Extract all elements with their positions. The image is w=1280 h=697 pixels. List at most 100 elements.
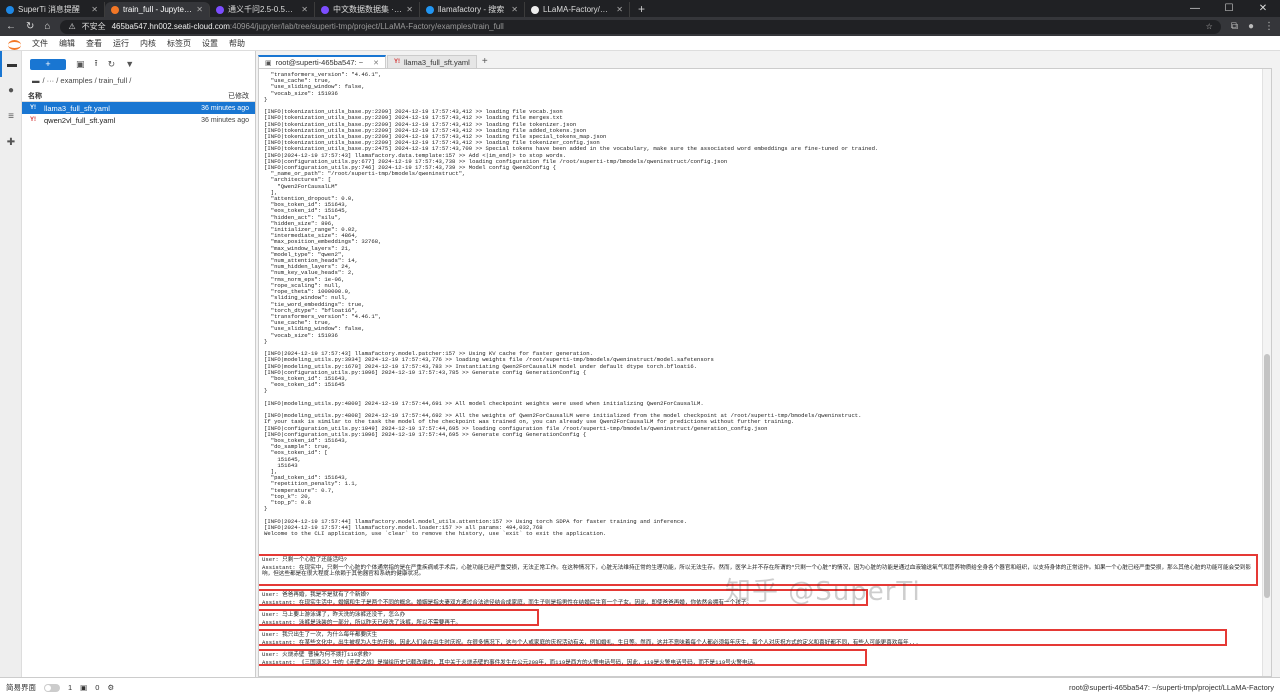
breadcrumb: ▬ / ··· / examples / train_full / (22, 73, 255, 87)
reload-icon[interactable]: ↻ (26, 21, 34, 32)
url-path: :40964/jupyter/lab/tree/superti-tmp/proj… (229, 22, 504, 31)
qa-block: User: 我只出生了一次，为什么每年都要庆生 Assistant: 在某些文化… (259, 629, 1227, 647)
menu-item[interactable]: 运行 (113, 38, 129, 49)
user-line: User: 只剩一个心脏了还能活吗? (262, 556, 348, 563)
kernel-count[interactable]: 0 (95, 683, 99, 692)
extension-icon[interactable]: ✚ (0, 129, 22, 155)
status-terminal-name: root@superti-465ba547: ~/superti-tmp/pro… (1068, 683, 1274, 692)
terminal-scrollbar[interactable] (1262, 69, 1271, 676)
jupyter-logo (8, 38, 21, 50)
file-row[interactable]: Y! qwen2vl_full_sft.yaml 36 minutes ago (22, 114, 255, 126)
toc-icon[interactable]: ≡ (0, 103, 22, 129)
menu-item[interactable]: 设置 (202, 38, 218, 49)
folder-icon[interactable]: ▬ (0, 51, 22, 77)
close-tab-icon[interactable]: ✕ (373, 59, 379, 67)
browser-tab-label: LLaMA-Factory/examples/inference... (543, 5, 613, 14)
browser-tab[interactable]: 中文数据数据集 · 数据集 ✕ (315, 2, 420, 17)
browser-tab-label: llamafactory - 搜索 (438, 5, 505, 14)
user-line: User: 马上要上游泳课了，昨天洗的泳裤还没干，怎么办 (262, 611, 406, 618)
menu-bar: 文件 编辑 查看 运行 内核 标签页 设置 帮助 (0, 36, 1280, 51)
breadcrumb-path[interactable]: / ··· / examples / train_full / (43, 76, 132, 85)
scrollbar-thumb[interactable] (1264, 354, 1270, 598)
close-tab-icon[interactable]: ✕ (91, 5, 98, 14)
file-row[interactable]: Y! llama3_full_sft.yaml 36 minutes ago (22, 102, 255, 114)
file-modified: 36 minutes ago (201, 116, 249, 124)
simple-mode-label: 简易界面 (6, 683, 36, 692)
running-icon[interactable]: ● (0, 77, 22, 103)
tab-favicon-icon (426, 5, 434, 14)
qa-block: User: 火烧赤壁 曹操为何不拨打119求救? Assistant: 《三国演… (259, 649, 867, 667)
browser-tab[interactable]: LLaMA-Factory/examples/inference...✕ (525, 2, 630, 17)
menu-item[interactable]: 内核 (140, 38, 156, 49)
not-secure-icon: ⚠ (68, 22, 76, 31)
terminal-count[interactable]: 1 (68, 683, 72, 692)
home-icon[interactable]: ⌂ (44, 21, 50, 32)
close-tab-icon[interactable]: ✕ (406, 5, 413, 14)
user-line: User: 火烧赤壁 曹操为何不拨打119求救? (262, 651, 372, 658)
browser-tab-label: train_full - JupyterLab (123, 5, 193, 14)
tab-favicon-icon (6, 5, 14, 14)
column-name[interactable]: 名称 (28, 91, 228, 101)
refresh-icon[interactable]: ↻ (108, 59, 116, 70)
assistant-line: Assistant: 在某些文化中，出生被视为人生的开始，因此人们会在出生时庆祝… (262, 639, 919, 647)
tab-favicon-icon (111, 5, 119, 14)
browser-tab-label: SuperTi 消息提醒 (18, 5, 80, 14)
status-bar: 简易界面 1 ▣ 0 ⚙ root@superti-465ba547: ~/su… (0, 677, 1280, 697)
menu-item[interactable]: 查看 (86, 38, 102, 49)
column-modified[interactable]: 已修改 (228, 91, 249, 101)
browser-tab[interactable]: llamafactory - 搜索 ✕ (420, 2, 525, 17)
new-folder-icon[interactable]: ▣ (76, 59, 85, 70)
maximize-icon[interactable]: ☐ (1212, 0, 1246, 17)
menu-item[interactable]: 文件 (32, 38, 48, 49)
browser-tab-strip: SuperTi 消息提醒 ✕ train_full - JupyterLab ✕ 通义千… (0, 0, 1280, 17)
browser-tab[interactable]: train_full - JupyterLab ✕ (105, 2, 210, 17)
url-bar[interactable]: ⚠ 不安全 465ba547.hn002.seati-cloud.com:409… (60, 19, 1221, 34)
new-tab-button[interactable]: + (630, 2, 653, 17)
browser-tab[interactable]: SuperTi 消息提醒 ✕ (0, 2, 105, 17)
minimize-icon[interactable]: — (1178, 0, 1212, 17)
back-icon[interactable]: ← (6, 21, 16, 32)
browser-menu-icon[interactable]: ⋮ (1264, 21, 1274, 32)
watermark: 知乎 @SuperTi (725, 577, 921, 607)
yaml-file-icon: Y! (393, 59, 400, 65)
close-tab-icon[interactable]: ✕ (616, 5, 623, 14)
browser-tab-label: 通义千问2.5-0.5B-Instruct · 模型库 (228, 5, 297, 14)
menu-item[interactable]: 标签页 (167, 38, 191, 49)
tab-yaml-file[interactable]: Y! llama3_full_sft.yaml (386, 55, 477, 68)
add-tab-icon[interactable]: + (478, 55, 492, 68)
extensions-icon[interactable]: ⧉ (1231, 21, 1238, 32)
tab-terminal[interactable]: ▣ root@superti-465ba547: ~ ✕ (258, 55, 386, 68)
file-name: llama3_full_sft.yaml (44, 103, 110, 113)
file-list-header: 名称 已修改 (22, 91, 255, 102)
close-tab-icon[interactable]: ✕ (511, 5, 518, 14)
tab-favicon-icon (216, 5, 224, 14)
browser-tab-label: 中文数据数据集 · 数据集 (333, 5, 402, 14)
new-launcher-button[interactable]: + (30, 58, 66, 70)
upload-icon[interactable]: ⭱ (95, 56, 98, 72)
document-tab-bar: ▣ root@superti-465ba547: ~ ✕ Y! llama3_f… (256, 51, 1280, 68)
menu-item[interactable]: 编辑 (59, 38, 75, 49)
filter-icon[interactable]: ▼ (125, 59, 134, 69)
menu-item[interactable]: 帮助 (229, 38, 245, 49)
close-tab-icon[interactable]: ✕ (301, 5, 308, 14)
qa-block: User: 马上要上游泳课了，昨天洗的泳裤还没干，怎么办 Assistant: … (259, 609, 539, 626)
left-sidebar: ▬ ● ≡ ✚ (0, 51, 22, 677)
home-folder-icon[interactable]: ▬ (32, 76, 40, 85)
assistant-line: Assistant: 《三国演义》中的《赤壁之战》是描绘历史记载改编的，其中关于… (262, 659, 759, 667)
tab-label: root@superti-465ba547: ~ (275, 58, 364, 67)
settings-gear-icon[interactable]: ⚙ (107, 683, 114, 692)
close-tab-icon[interactable]: ✕ (196, 5, 203, 14)
window-controls: — ☐ ✕ (1178, 0, 1280, 17)
profile-icon[interactable]: ● (1248, 21, 1254, 32)
file-browser-toolbar: + ▣ ⭱ ↻ ▼ (22, 56, 255, 72)
file-browser: + ▣ ⭱ ↻ ▼ ▬ / ··· / examples / train_ful… (22, 51, 256, 677)
star-icon[interactable]: ☆ (1206, 22, 1213, 31)
file-name: qwen2vl_full_sft.yaml (44, 115, 116, 125)
jupyterlab-app: 文件 编辑 查看 运行 内核 标签页 设置 帮助 ▬ ● ≡ ✚ + ▣ ⭱ ↻ ▼ ▬ / … (0, 36, 1280, 677)
url-host: 465ba547.hn002.seati-cloud.com (111, 22, 230, 31)
security-label: 不安全 (81, 22, 106, 31)
browser-tab[interactable]: 通义千问2.5-0.5B-Instruct · 模型库 ✕ (210, 2, 315, 17)
close-window-icon[interactable]: ✕ (1246, 0, 1280, 17)
simple-mode-toggle[interactable] (44, 683, 60, 692)
yaml-file-icon: Y! (30, 105, 36, 111)
